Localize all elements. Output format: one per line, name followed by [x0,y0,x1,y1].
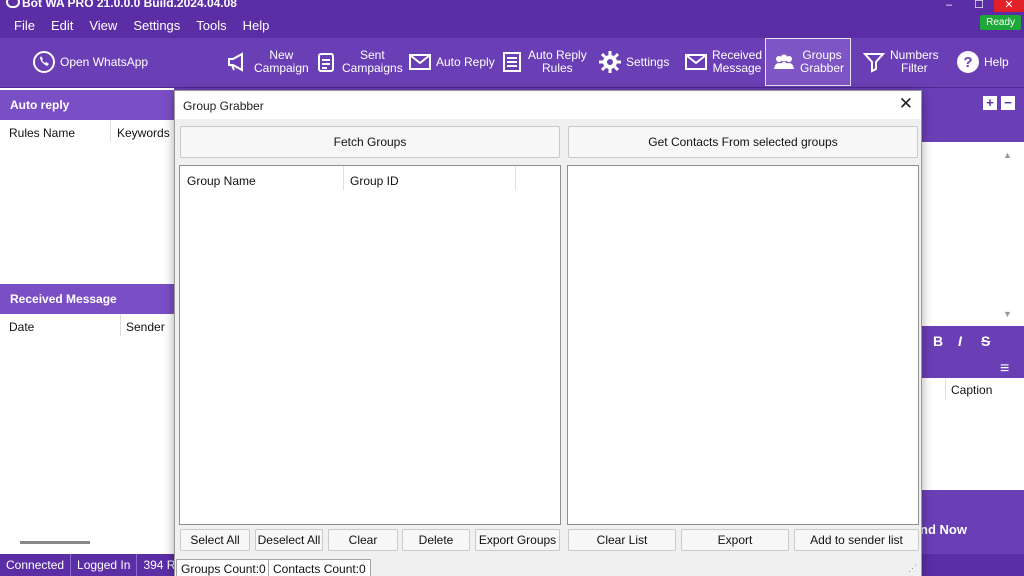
app-logo-icon [6,0,20,8]
menu-icon[interactable]: ≡ [1000,360,1009,378]
rules-name-column-header[interactable]: Rules Name [9,126,75,140]
envelope-check-icon [684,50,708,74]
dialog-title: Group Grabber [183,99,264,113]
close-window-button[interactable]: ✕ [994,0,1024,12]
add-icon[interactable]: + [983,96,997,110]
ready-status-badge: Ready [980,15,1021,30]
keywords-column-header[interactable]: Keywords [117,126,170,140]
get-contacts-button[interactable]: Get Contacts From selected groups [568,126,918,158]
auto-reply-panel-title: Auto reply [0,90,174,120]
italic-button[interactable]: I [958,333,962,349]
remove-icon[interactable]: − [1001,96,1015,110]
new-campaign-button[interactable]: New Campaign [226,38,309,86]
menu-help[interactable]: Help [235,18,278,33]
resize-grip-icon[interactable]: ⋰ [908,563,917,574]
window-controls: – ☐ ✕ [934,0,1024,12]
dialog-close-icon[interactable]: ✕ [899,94,913,114]
settings-button[interactable]: Settings [598,38,669,86]
connection-status: Connected [0,554,72,576]
groups-count-label: Groups Count:0 [176,559,271,576]
menu-file[interactable]: File [6,18,43,33]
contacts-list[interactable] [567,165,919,525]
fetch-groups-button[interactable]: Fetch Groups [180,126,560,158]
main-toolbar: Open WhatsApp New Campaign Sent Campaign… [0,38,1024,88]
open-whatsapp-button[interactable]: Open WhatsApp [32,38,148,86]
title-bar: Bot WA PRO 21.0.0.0 Build.2024.04.08 – ☐… [0,0,1024,12]
menu-view[interactable]: View [81,18,125,33]
group-icon [772,50,796,74]
help-icon: ? [956,50,980,74]
clear-button[interactable]: Clear [328,529,398,551]
select-all-button[interactable]: Select All [180,529,250,551]
column-divider [110,120,111,142]
group-name-column-header[interactable]: Group Name [187,174,256,188]
export-groups-button[interactable]: Export Groups [475,529,560,551]
megaphone-icon [226,50,250,74]
auto-reply-button[interactable]: Auto Reply [408,38,495,86]
deselect-all-button[interactable]: Deselect All [255,529,323,551]
delete-button[interactable]: Delete [402,529,470,551]
svg-text:?: ? [963,54,972,71]
envelope-reply-icon [408,50,432,74]
window-title: Bot WA PRO 21.0.0.0 Build.2024.04.08 [22,0,237,10]
strikethrough-button[interactable]: S [981,333,990,349]
whatsapp-icon [32,50,56,74]
message-editor-area[interactable] [920,142,1024,326]
rules-list-icon [500,50,524,74]
date-column-header[interactable]: Date [9,320,34,334]
horizontal-scrollbar[interactable] [20,541,90,544]
sender-column-header[interactable]: Sender [126,320,165,334]
received-message-panel-title: Received Message [0,284,174,314]
menu-bar: File Edit View Settings Tools Help [0,12,1024,38]
menu-settings[interactable]: Settings [125,18,188,33]
scroll-down-arrow-icon[interactable]: ▼ [1003,309,1012,319]
group-id-column-header[interactable]: Group ID [350,174,399,188]
funnel-icon [862,50,886,74]
contacts-count-label: Contacts Count:0 [268,559,371,576]
sent-campaigns-button[interactable]: Sent Campaigns [314,38,403,86]
received-message-button[interactable]: Received Message [684,38,762,86]
column-divider [120,314,121,336]
clear-list-button[interactable]: Clear List [568,529,676,551]
send-now-button[interactable]: nd Now [920,522,967,537]
minimize-button[interactable]: – [934,0,964,12]
group-grabber-dialog: Group Grabber ✕ Fetch Groups Get Contact… [174,90,922,576]
column-divider [945,378,946,400]
scroll-up-arrow-icon[interactable]: ▲ [1003,150,1012,160]
login-status: Logged In [71,554,138,576]
dialog-title-bar: Group Grabber ✕ [175,91,921,119]
caption-column-header[interactable]: Caption [951,383,992,397]
bold-button[interactable]: B [933,333,943,349]
dialog-status-bar: Groups Count:0 Contacts Count:0 ⋰ [175,557,921,576]
column-divider [343,166,344,190]
gear-icon [598,50,622,74]
numbers-filter-button[interactable]: Numbers Filter [862,38,939,86]
add-to-sender-list-button[interactable]: Add to sender list [794,529,919,551]
groups-list[interactable]: Group Name Group ID [179,165,561,525]
auto-reply-rules-button[interactable]: Auto Reply Rules [500,38,587,86]
menu-edit[interactable]: Edit [43,18,81,33]
menu-tools[interactable]: Tools [188,18,234,33]
help-button[interactable]: ? Help [956,38,1009,86]
export-button[interactable]: Export [681,529,789,551]
maximize-button[interactable]: ☐ [964,0,994,12]
clipboard-icon [314,50,338,74]
column-divider [515,166,516,190]
groups-grabber-button[interactable]: Groups Grabber [765,38,852,86]
